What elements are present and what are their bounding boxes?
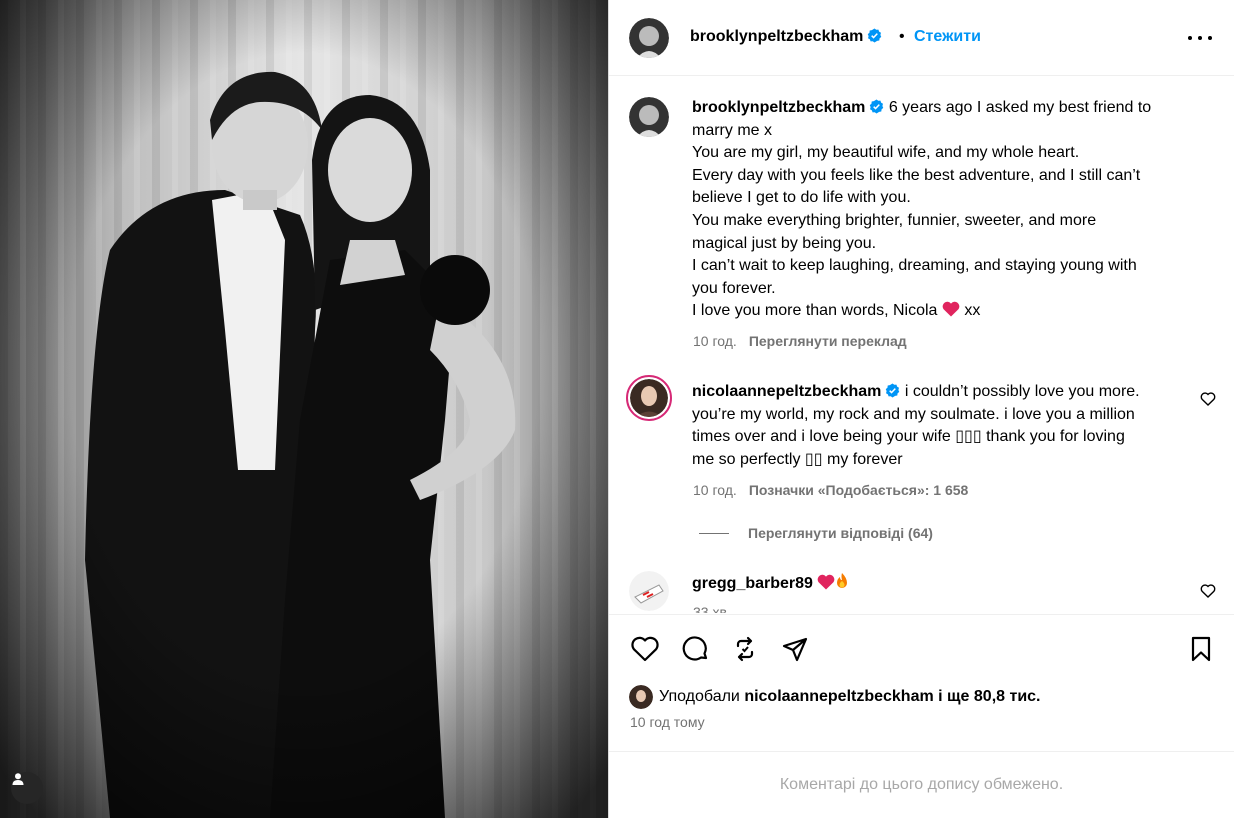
comments-list[interactable]: brooklynpeltzbeckham 6 years ago I asked… [609, 77, 1234, 613]
commenter-username[interactable]: nicolaannepeltzbeckham [692, 383, 881, 400]
view-replies-button[interactable]: Переглянути відповіді (64) [699, 525, 933, 541]
commenter-avatar[interactable] [629, 571, 669, 611]
post-header: brooklynpeltzbeckham • Стежити [609, 0, 1234, 76]
comments-limited-notice: Коментарі до цього допису обмежено. [609, 751, 1234, 818]
view-replies-label: Переглянути відповіді (64) [748, 525, 933, 541]
tagged-users-button[interactable] [11, 772, 43, 804]
like-comment-heart-icon[interactable] [1200, 583, 1216, 599]
caption-line: believe I get to do life with you. [692, 189, 911, 207]
caption-line: Every day with you feels like the best a… [692, 166, 1141, 184]
comment-time[interactable]: 10 год. [693, 482, 737, 498]
likes-prefix: Уподобали [659, 688, 740, 705]
comment-line: you’re my world, my rock and my soulmate… [692, 405, 1135, 423]
comment-text: gregg_barber89 [692, 572, 1192, 596]
comment-text: nicolaannepeltzbeckham i couldn’t possib… [692, 381, 1192, 471]
caption-line: marry me x [692, 121, 772, 139]
caption-time[interactable]: 10 год. [693, 333, 737, 349]
likes-summary: Уподобали nicolaannepeltzbeckham і ще 80… [629, 685, 1041, 709]
comment-bubble-icon[interactable] [679, 633, 711, 665]
author-username[interactable]: brooklynpeltzbeckham [690, 28, 882, 46]
commenter-avatar[interactable] [626, 375, 672, 421]
verified-badge-icon [886, 383, 900, 398]
caption-line: you forever. [692, 279, 776, 297]
comment-time[interactable]: 33 хв [693, 604, 727, 613]
caption-text: brooklynpeltzbeckham 6 years ago I asked… [692, 97, 1192, 323]
share-send-icon[interactable] [779, 633, 811, 665]
comment-meta: 33 хв [693, 604, 727, 613]
more-options-icon[interactable] [1188, 28, 1212, 48]
like-heart-icon[interactable] [629, 633, 661, 665]
replies-divider-line [699, 532, 729, 534]
save-bookmark-icon[interactable] [1185, 633, 1217, 665]
caption-line: 6 years ago I asked my best friend to [888, 99, 1152, 116]
caption-username[interactable]: brooklynpeltzbeckham [692, 99, 865, 116]
header-separator: • [899, 28, 905, 45]
liker-avatar[interactable] [629, 685, 653, 709]
couple-photo [0, 0, 608, 818]
author-avatar[interactable] [629, 18, 669, 58]
caption-line: I can’t wait to keep laughing, dreaming,… [692, 257, 1137, 275]
post-timestamp[interactable]: 10 год тому [630, 714, 705, 730]
comment-line: i couldn’t possibly love you more. [904, 383, 1140, 400]
caption-meta: 10 год. Переглянути переклад [693, 333, 907, 349]
like-comment-heart-icon[interactable] [1200, 391, 1216, 407]
post-actions: Уподобали nicolaannepeltzbeckham і ще 80… [609, 614, 1234, 750]
fire-emoji-icon [837, 573, 848, 588]
likes-others-count[interactable]: і ще 80,8 тис. [938, 688, 1040, 706]
see-translation-button[interactable]: Переглянути переклад [749, 333, 907, 349]
repost-icon[interactable] [729, 633, 761, 665]
follow-button[interactable]: Стежити [914, 28, 981, 46]
caption-line: You make everything brighter, funnier, s… [692, 211, 1097, 229]
commenter-username[interactable]: gregg_barber89 [692, 575, 813, 592]
user-icon [12, 773, 24, 785]
comment-likes-count[interactable]: Позначки «Подобається»: 1 658 [749, 482, 969, 498]
verified-badge-icon [868, 28, 882, 43]
verified-badge-icon [870, 99, 884, 114]
comment-meta: 10 год. Позначки «Подобається»: 1 658 [693, 482, 968, 498]
red-heart-emoji-icon [942, 302, 960, 317]
comment-line: times over and i love being your wife ▯▯… [692, 428, 1125, 446]
caption-line: magical just by being you. [692, 234, 877, 252]
comment-line: me so perfectly ▯▯ my forever [692, 450, 903, 468]
red-heart-emoji-icon [818, 574, 835, 590]
liker-username[interactable]: nicolaannepeltzbeckham [744, 688, 933, 706]
caption-line: You are my girl, my beautiful wife, and … [692, 144, 1080, 162]
post-details-panel: brooklynpeltzbeckham • Стежити brooklynp… [608, 0, 1234, 818]
caption-line: I love you more than words, Nicola [692, 302, 938, 320]
author-avatar[interactable] [629, 97, 669, 137]
caption-line-end: xx [964, 302, 981, 320]
post-photo[interactable] [0, 0, 608, 818]
